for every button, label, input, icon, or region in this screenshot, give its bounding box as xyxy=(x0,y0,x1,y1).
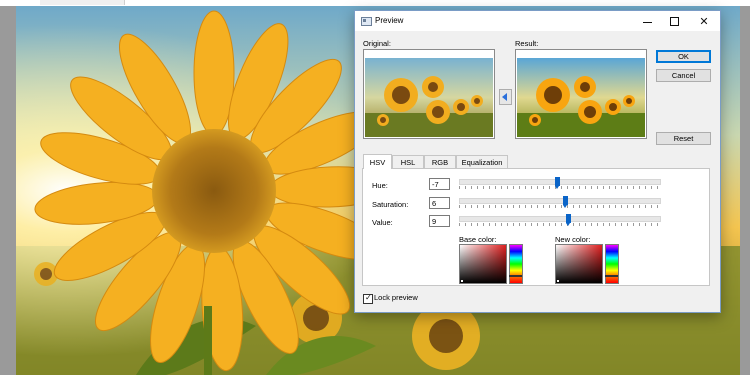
result-preview-image xyxy=(517,58,645,137)
base-color-picker[interactable] xyxy=(459,244,507,284)
value-slider-thumb[interactable] xyxy=(566,214,571,226)
new-color-label: New color: xyxy=(555,235,591,244)
lock-preview-checkbox[interactable]: ✓ xyxy=(363,293,373,304)
value-slider-ticks xyxy=(459,223,661,226)
copy-to-original-button[interactable] xyxy=(499,89,512,105)
close-icon: ✕ xyxy=(699,15,709,28)
checkmark-icon: ✓ xyxy=(365,293,372,302)
saturation-slider[interactable] xyxy=(459,196,661,208)
tab-rgb[interactable]: RGB xyxy=(424,155,456,168)
arrow-left-icon xyxy=(502,93,507,101)
dialog-title: Preview xyxy=(375,16,404,25)
preview-dialog: Preview ✕ Original: Result: OK Cancel Re… xyxy=(354,10,721,313)
saturation-slider-track xyxy=(459,198,661,204)
tab-hsl[interactable]: HSL xyxy=(392,155,424,168)
base-color-label: Base color: xyxy=(459,235,497,244)
value-label: Value: xyxy=(372,218,393,227)
hsv-panel: Hue: -7 Saturation: 6 Value: 9 Base colo… xyxy=(362,168,710,286)
hue-slider-thumb[interactable] xyxy=(555,177,560,189)
original-preview xyxy=(363,49,495,139)
saturation-input[interactable]: 6 xyxy=(429,197,450,209)
result-preview xyxy=(515,49,647,139)
base-hue-strip[interactable] xyxy=(509,244,523,284)
value-input[interactable]: 9 xyxy=(429,215,450,227)
ok-button[interactable]: OK xyxy=(656,50,711,63)
new-color-picker[interactable] xyxy=(555,244,603,284)
window-icon xyxy=(361,17,372,26)
base-color-cursor xyxy=(461,280,463,282)
maximize-button[interactable] xyxy=(662,11,686,31)
dialog-titlebar[interactable]: Preview ✕ xyxy=(355,11,720,31)
lock-preview-label[interactable]: Lock preview xyxy=(374,293,418,302)
reset-button[interactable]: Reset xyxy=(656,132,711,145)
minimize-icon xyxy=(642,21,652,23)
hue-slider[interactable] xyxy=(459,177,661,189)
tab-hsv[interactable]: HSV xyxy=(363,154,392,169)
hue-slider-ticks xyxy=(459,186,661,189)
hue-input[interactable]: -7 xyxy=(429,178,450,190)
value-slider-track xyxy=(459,216,661,222)
close-button[interactable]: ✕ xyxy=(692,11,716,31)
new-hue-strip[interactable] xyxy=(605,244,619,284)
new-color-cursor xyxy=(557,280,559,282)
original-label: Original: xyxy=(363,39,391,48)
value-slider[interactable] xyxy=(459,214,661,226)
new-hue-marker[interactable] xyxy=(605,275,618,277)
original-preview-image xyxy=(365,58,493,137)
saturation-slider-thumb[interactable] xyxy=(563,196,568,208)
tab-equalization[interactable]: Equalization xyxy=(456,155,508,168)
hue-label: Hue: xyxy=(372,181,388,190)
result-label: Result: xyxy=(515,39,539,48)
base-hue-marker[interactable] xyxy=(509,275,522,277)
minimize-button[interactable] xyxy=(635,11,659,31)
saturation-label: Saturation: xyxy=(372,200,409,209)
saturation-slider-ticks xyxy=(459,205,661,208)
hue-slider-track xyxy=(459,179,661,185)
maximize-icon xyxy=(669,16,679,26)
editor-document-tab[interactable] xyxy=(40,0,125,5)
cancel-button[interactable]: Cancel xyxy=(656,69,711,82)
